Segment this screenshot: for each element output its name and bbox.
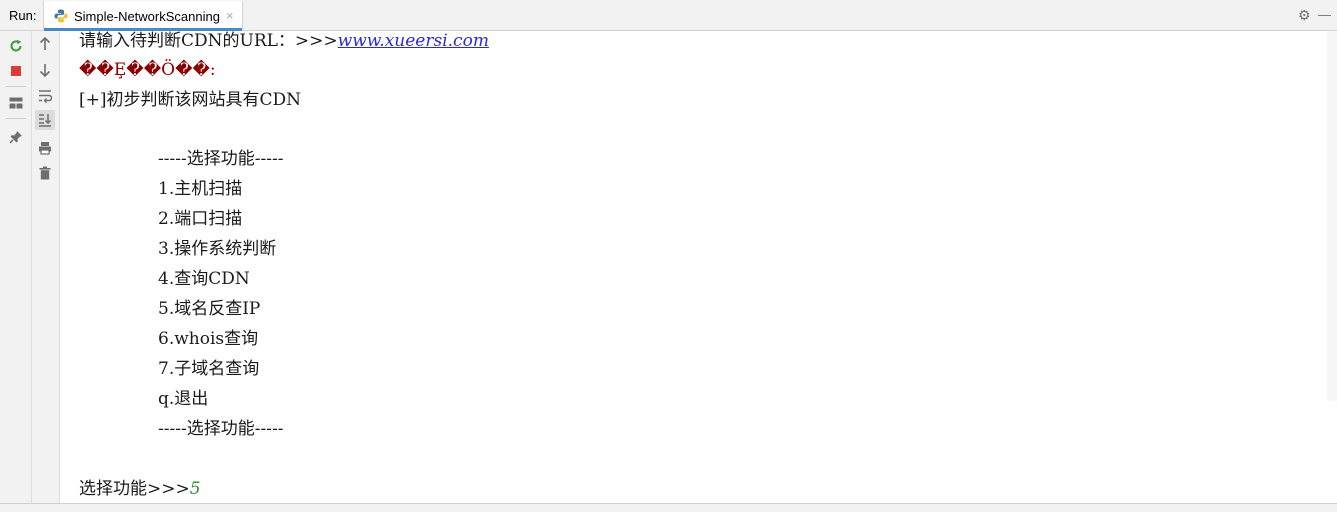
menu-item: 1.主机扫描 [158,179,243,199]
run-toolbar-primary [0,31,32,503]
trash-icon[interactable] [35,163,55,183]
vertical-scrollbar[interactable] [1327,31,1337,401]
pin-icon[interactable] [6,127,26,147]
url-prompt-text: 请输入待判断CDN的URL：>>> [79,31,338,51]
console-line-garbled: ��Ȩ��Ö��: [79,60,216,80]
status-bar [0,503,1337,512]
rerun-icon[interactable] [6,36,26,56]
menu-item: 6.whois查询 [158,329,259,349]
menu-item: 4.查询CDN [158,269,250,289]
scroll-up-icon[interactable] [35,34,55,54]
tab-close-icon[interactable]: × [226,8,234,23]
console-line-select-prompt: 选择功能>>>5 [79,479,201,503]
layout-icon[interactable] [6,93,26,113]
python-icon [54,9,68,23]
print-icon[interactable] [35,138,55,158]
menu-footer: -----选择功能----- [158,419,284,439]
stop-icon[interactable] [6,61,26,81]
menu-item: 5.域名反查IP [158,299,261,319]
run-toolbar-secondary [32,31,60,503]
soft-wrap-icon[interactable] [35,86,55,106]
user-input-value: 5 [189,479,201,499]
run-label: Run: [9,8,37,23]
menu-item: 2.端口扫描 [158,209,243,229]
select-prompt-text: 选择功能>>> [79,479,190,499]
menu-item: q.退出 [158,389,209,409]
tab-simple-networkscanning[interactable]: Simple-NetworkScanning × [43,1,243,31]
url-link[interactable]: www.xueersi.com [338,31,489,51]
tab-label: Simple-NetworkScanning [74,9,220,24]
console-line-url-prompt: 请输入待判断CDN的URL：>>>www.xueersi.com [79,31,489,61]
run-tool-window-header: Run: Simple-NetworkScanning × ⚙ — [0,0,1337,31]
menu-item: 3.操作系统判断 [158,239,277,259]
hide-minimize-icon[interactable]: — [1318,8,1331,22]
menu-header: -----选择功能----- [158,149,284,169]
console-output[interactable]: 请输入待判断CDN的URL：>>>www.xueersi.com ��Ȩ��Ö�… [61,31,1337,503]
console-line-cdn-result: [+]初步判断该网站具有CDN [79,90,302,110]
menu-item: 7.子域名查询 [158,359,260,379]
scroll-down-icon[interactable] [35,60,55,80]
scroll-to-end-icon[interactable] [35,110,55,130]
settings-gear-icon[interactable]: ⚙ [1298,8,1311,22]
